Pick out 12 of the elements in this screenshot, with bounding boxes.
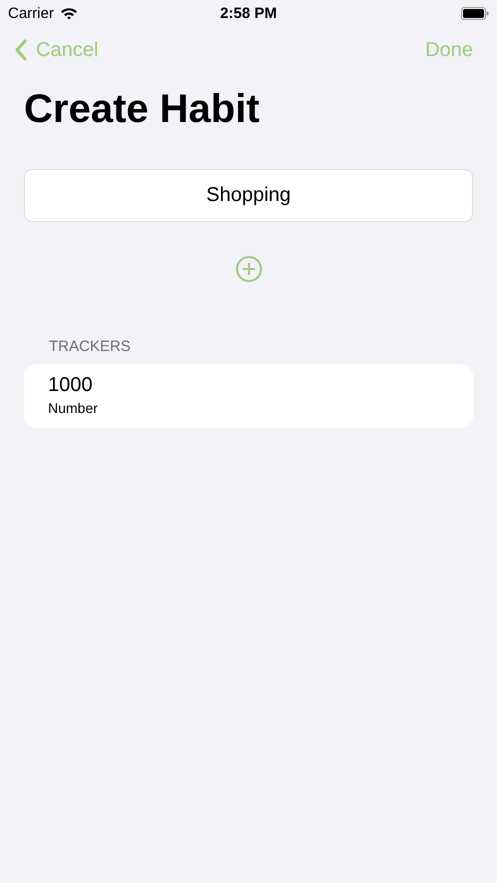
- chevron-left-icon: [14, 39, 28, 61]
- tracker-value: 1000: [48, 374, 94, 397]
- clock-time: 2:58 PM: [220, 4, 277, 22]
- wifi-icon: [60, 6, 78, 20]
- tracker-type: Number: [48, 400, 99, 416]
- habit-name-field[interactable]: Shopping: [24, 169, 473, 222]
- carrier-label: Carrier: [8, 4, 54, 22]
- section-header: TRACKERS: [48, 338, 132, 357]
- page-title: Create Habit: [24, 86, 261, 133]
- tracker-row[interactable]: 1000 Number: [24, 364, 473, 428]
- battery-icon: [461, 6, 490, 20]
- add-icon[interactable]: [234, 255, 262, 283]
